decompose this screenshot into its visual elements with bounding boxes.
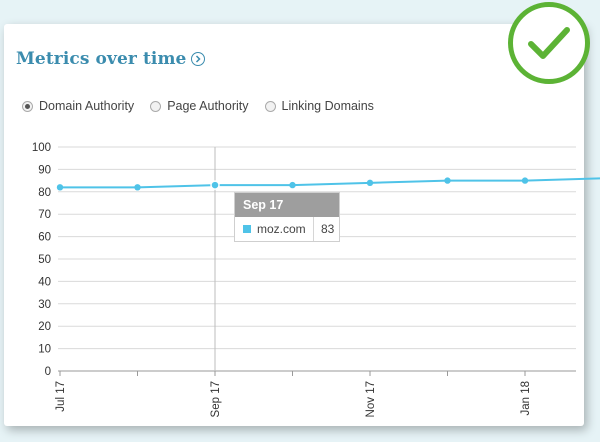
tooltip-date: Sep 17 <box>235 193 339 217</box>
y-tick-label: 60 <box>38 232 51 244</box>
tooltip-row: moz.com 83 <box>235 217 339 241</box>
check-badge <box>508 2 590 84</box>
x-tick-label: Sep 17 <box>210 381 222 417</box>
y-tick-label: 90 <box>38 164 51 176</box>
y-tick-label: 40 <box>38 276 51 288</box>
y-tick-label: 10 <box>38 344 51 356</box>
chart-tooltip: Sep 17 moz.com 83 <box>234 192 340 242</box>
y-tick-label: 50 <box>38 254 51 266</box>
x-tick-label: Jan 18 <box>520 381 532 416</box>
checkmark-icon <box>528 27 570 59</box>
y-tick-label: 100 <box>32 142 51 154</box>
data-point <box>210 180 220 190</box>
y-tick-label: 30 <box>38 299 51 311</box>
x-tick-label: Nov 17 <box>365 381 377 417</box>
tooltip-series-name: moz.com <box>257 222 306 236</box>
tooltip-value: 83 <box>321 222 335 236</box>
data-point <box>444 177 451 184</box>
y-tick-label: 70 <box>38 209 51 221</box>
y-tick-label: 20 <box>38 321 51 333</box>
data-point <box>289 181 296 189</box>
data-point <box>56 184 64 191</box>
x-tick-label: Jul 17 <box>55 381 67 412</box>
y-tick-label: 80 <box>38 187 51 199</box>
data-point <box>521 177 529 184</box>
series-line <box>60 177 600 189</box>
tooltip-series: moz.com <box>235 217 314 241</box>
data-point <box>134 184 141 191</box>
data-point <box>366 179 374 187</box>
series-swatch <box>243 225 251 233</box>
y-tick-label: 0 <box>45 366 51 378</box>
